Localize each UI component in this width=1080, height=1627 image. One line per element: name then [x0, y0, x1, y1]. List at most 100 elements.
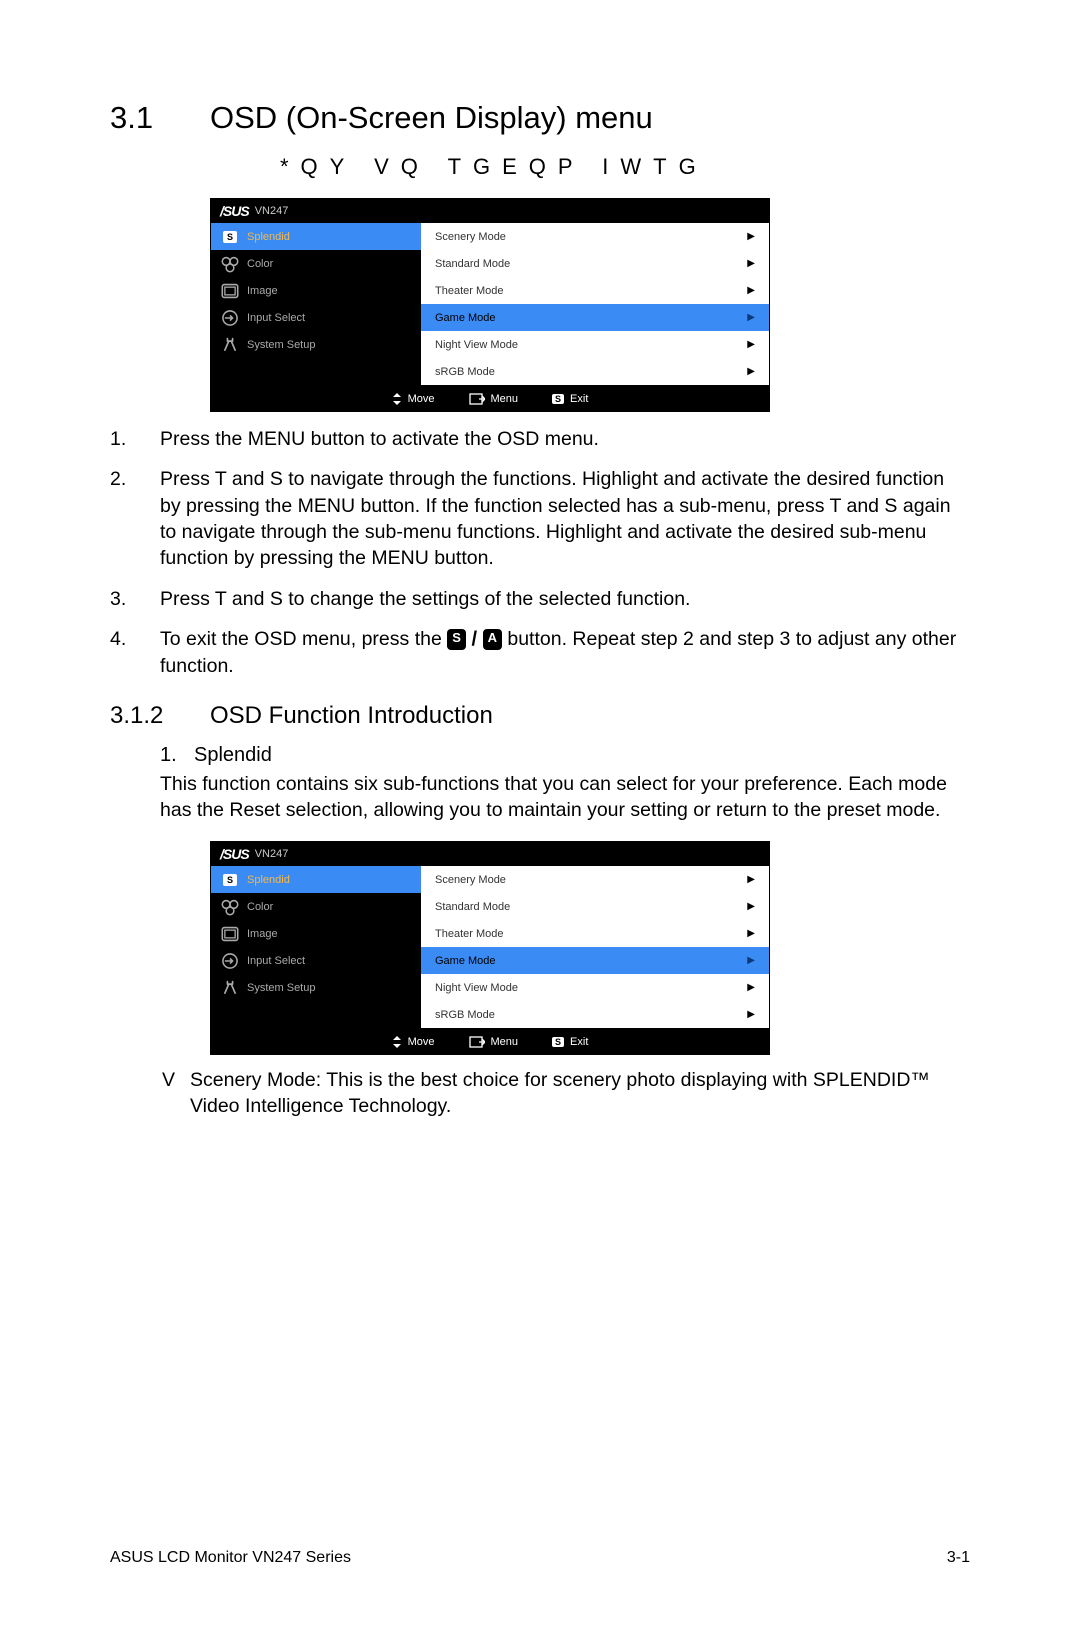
s-badge-icon: S	[552, 1037, 564, 1047]
osd-left-item: Input Select	[211, 947, 421, 974]
osd-left-item-label: System Setup	[247, 339, 315, 351]
osd-left-item: Image	[211, 920, 421, 947]
osd-left-item-label: Input Select	[247, 955, 305, 967]
osd-left-item-label: Splendid	[247, 874, 290, 886]
chevron-right-icon: ▶	[747, 312, 755, 323]
bullet-marker: V	[162, 1067, 190, 1093]
osd-left-item: Input Select	[211, 304, 421, 331]
instruction-item: To exit the OSD menu, press the S / A bu…	[110, 626, 970, 680]
asus-logo: /SUS	[220, 203, 249, 219]
splendid-heading: 1.Splendid	[160, 744, 970, 767]
osd-left-item-label: Input Select	[247, 312, 305, 324]
osd-right-item: Night View Mode▶	[421, 331, 769, 358]
image-icon	[221, 927, 239, 941]
osd-right-menu: Scenery Mode▶Standard Mode▶Theater Mode▶…	[421, 866, 769, 1028]
osd-footer-menu: Menu	[491, 1036, 519, 1048]
osd-left-item: Image	[211, 277, 421, 304]
osd-left-item-label: Image	[247, 285, 278, 297]
osd-left-item: System Setup	[211, 974, 421, 1001]
image-icon	[221, 284, 239, 298]
osd-right-item: Scenery Mode ▶	[421, 866, 769, 893]
scenery-mode-bullet: VScenery Mode: This is the best choice f…	[160, 1067, 970, 1120]
s-icon: S	[221, 873, 239, 887]
splendid-title: Splendid	[194, 744, 272, 766]
osd-header: /SUS VN247	[210, 841, 770, 865]
osd-left-item: Color	[211, 250, 421, 277]
osd-left-item-label: Color	[247, 901, 273, 913]
osd-right-item: Theater Mode ▶	[421, 277, 769, 304]
osd-right-item-label: Night View Mode	[435, 982, 518, 994]
osd-right-item-label: Game Mode	[435, 955, 496, 967]
chevron-right-icon: ▶	[747, 874, 755, 885]
splendid-number: 1.	[160, 744, 194, 767]
menu-icon	[469, 393, 485, 405]
osd-footer: Move Menu SExit	[210, 386, 770, 412]
osd-left-item: Color	[211, 893, 421, 920]
osd-right-item: Theater Mode ▶	[421, 920, 769, 947]
osd-right-item-label: sRGB Mode	[435, 366, 495, 378]
chevron-right-icon: ▶	[747, 285, 755, 296]
chevron-right-icon: ▶	[747, 982, 755, 993]
osd-footer-move: Move	[408, 1036, 435, 1048]
chevron-right-icon: ▶	[747, 339, 755, 350]
chevron-right-icon: ▶	[747, 231, 755, 242]
osd-right-item-label: Scenery Mode	[435, 231, 506, 243]
osd-left-item: System Setup	[211, 331, 421, 358]
osd-left-item-label: Image	[247, 928, 278, 940]
sub-section-heading: 3.1.2OSD Function Introduction	[110, 702, 970, 730]
osd-screenshot-1: /SUS VN247 SSplendidColorImageInput Sele…	[210, 198, 770, 412]
osd-right-item: Scenery Mode ▶	[421, 223, 769, 250]
footer-right: 3-1	[947, 1549, 970, 1567]
splendid-description: This function contains six sub-functions…	[160, 771, 970, 824]
osd-right-item: Standard Mode▶	[421, 250, 769, 277]
section-heading: 3.1OSD (On-Screen Display) menu	[110, 100, 970, 136]
osd-right-item: Night View Mode ▶	[421, 974, 769, 1001]
slash-separator: /	[466, 628, 483, 650]
osd-header: /SUS VN247	[210, 198, 770, 222]
osd-left-item: S Splendid	[211, 866, 421, 893]
chevron-right-icon: ▶	[747, 366, 755, 377]
osd-footer-exit: Exit	[570, 1036, 588, 1048]
osd-footer-menu: Menu	[491, 393, 519, 405]
instruction-item: Press the MENU button to activate the OS…	[110, 426, 970, 452]
chevron-right-icon: ▶	[747, 1009, 755, 1020]
chevron-right-icon: ▶	[747, 901, 755, 912]
garbled-subheading: *QY VQ TGEQP IWTG	[280, 154, 970, 180]
bullet-text: Scenery Mode: This is the best choice fo…	[190, 1069, 930, 1117]
chevron-right-icon: ▶	[747, 955, 755, 966]
osd-right-item-label: Standard Mode	[435, 258, 510, 270]
osd-right-item: Game Mode▶	[421, 304, 769, 331]
instruction-pre: To exit the OSD menu, press the	[160, 628, 447, 650]
osd-left-menu: SSplendid Color Image Input Select System Se…	[211, 223, 421, 385]
osd-right-item: Game Mode ▶	[421, 947, 769, 974]
sub-section-number: 3.1.2	[110, 702, 210, 730]
input-icon	[221, 311, 239, 325]
color-icon	[221, 257, 239, 271]
instructions-list: Press the MENU button to activate the OS…	[110, 426, 970, 680]
osd-right-item-label: sRGB Mode	[435, 1009, 495, 1021]
osd-left-item: SSplendid	[211, 223, 421, 250]
osd-left-item-label: Splendid	[247, 231, 290, 243]
instruction-item: Press T and S to change the settings of …	[110, 586, 970, 612]
osd-right-item: Standard Mode▶	[421, 893, 769, 920]
osd-model: VN247	[255, 848, 289, 860]
osd-left-item-label: Color	[247, 258, 273, 270]
system-icon	[221, 981, 239, 995]
osd-right-item-label: Theater Mode	[435, 928, 503, 940]
osd-right-item-label: Theater Mode	[435, 285, 503, 297]
s-badge-icon: S	[552, 394, 564, 404]
updown-icon	[392, 393, 402, 405]
sub-section-title: OSD Function Introduction	[210, 702, 493, 729]
instruction-item: Press T and S to navigate through the fu…	[110, 466, 970, 571]
chevron-right-icon: ▶	[747, 928, 755, 939]
osd-footer-exit: Exit	[570, 393, 588, 405]
osd-right-item: sRGB Mode ▶	[421, 1001, 769, 1028]
color-icon	[221, 900, 239, 914]
osd-right-menu: Scenery Mode▶Standard Mode▶Theater Mode▶…	[421, 223, 769, 385]
system-icon	[221, 338, 239, 352]
osd-right-item-label: Scenery Mode	[435, 874, 506, 886]
footer-left: ASUS LCD Monitor VN247 Series	[110, 1549, 351, 1567]
osd-footer: Move Menu S Exit	[210, 1029, 770, 1055]
a-button-icon: A	[483, 629, 502, 650]
menu-icon	[469, 1036, 485, 1048]
